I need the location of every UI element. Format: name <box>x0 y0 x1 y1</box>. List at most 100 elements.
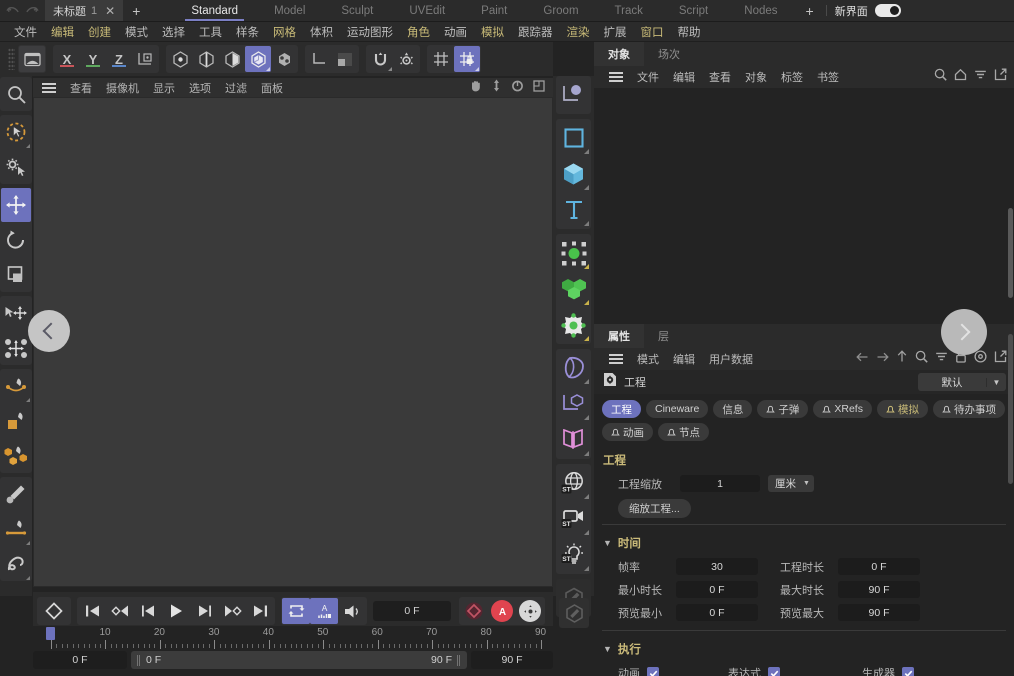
world-object-coordinate-icon[interactable] <box>132 46 158 72</box>
cube-primitive-icon[interactable] <box>556 156 591 192</box>
record-keyframe-icon[interactable] <box>38 598 70 624</box>
viewport-menu-camera[interactable]: 摄像机 <box>99 80 146 96</box>
popout-icon[interactable] <box>994 68 1007 86</box>
text-primitive-icon[interactable] <box>556 192 591 228</box>
viewport-3d[interactable] <box>33 97 553 587</box>
autokeying-icon[interactable]: A <box>488 598 516 624</box>
chip-bullet[interactable]: 子弹 <box>757 400 809 418</box>
menu-mode[interactable]: 模式 <box>118 24 155 40</box>
redo-icon[interactable] <box>24 4 39 17</box>
record-active-icon[interactable] <box>460 598 488 624</box>
content-browser-icon[interactable] <box>19 46 45 72</box>
mograph-effector-icon[interactable] <box>556 307 591 343</box>
point-mode-icon[interactable] <box>167 46 193 72</box>
prev-keyframe-icon[interactable] <box>106 598 134 624</box>
mograph-cloner-icon[interactable] <box>556 235 591 271</box>
loop-playback-icon[interactable] <box>282 598 310 624</box>
workplane-pen-icon[interactable] <box>1 369 31 403</box>
tab-takes[interactable]: 场次 <box>644 42 694 66</box>
menu-tracker[interactable]: 跟踪器 <box>511 24 560 40</box>
timeline-playhead[interactable] <box>46 627 55 640</box>
next-frame-icon[interactable] <box>190 598 218 624</box>
popout-icon[interactable] <box>994 350 1007 368</box>
timeline-current-frame-field[interactable]: 0 F <box>33 651 127 669</box>
menu-window[interactable]: 窗口 <box>634 24 671 40</box>
lock-z-axis-icon[interactable]: Z <box>106 46 132 72</box>
framerate-input[interactable]: 30 <box>676 558 758 575</box>
min-time-input[interactable]: 0 F <box>676 581 758 598</box>
attribute-manager-menu-icon[interactable] <box>609 354 623 364</box>
menu-select[interactable]: 选择 <box>155 24 192 40</box>
preview-min-input[interactable]: 0 F <box>676 604 758 621</box>
menu-edit[interactable]: 编辑 <box>44 24 81 40</box>
timeline-ruler[interactable]: 0102030405060708090 <box>33 626 553 650</box>
prev-frame-icon[interactable] <box>134 598 162 624</box>
new-ui-toggle[interactable] <box>874 4 901 17</box>
menu-file[interactable]: 文件 <box>7 24 44 40</box>
auto-keyframe-icon[interactable]: A <box>310 598 338 624</box>
menu-render[interactable]: 渲染 <box>560 24 597 40</box>
chevron-down-icon[interactable]: ▼ <box>603 538 612 548</box>
polygon-mode-icon[interactable] <box>219 46 245 72</box>
scale-project-button[interactable]: 缩放工程... <box>618 499 691 518</box>
forward-arrow-icon[interactable] <box>876 350 889 368</box>
viewport-menu-icon[interactable] <box>42 82 56 93</box>
om-menu-file[interactable]: 文件 <box>630 69 666 85</box>
tab-uvedit[interactable]: UVEdit <box>391 0 463 21</box>
attribute-manager-scrollbar[interactable] <box>1008 334 1013 484</box>
project-length-input[interactable]: 0 F <box>838 558 920 575</box>
spline-rectangle-icon[interactable] <box>556 120 591 156</box>
live-selection-icon[interactable] <box>1 115 31 149</box>
next-keyframe-icon[interactable] <box>218 598 246 624</box>
workplane-icon[interactable] <box>306 46 332 72</box>
filter-icon[interactable] <box>974 68 987 86</box>
chip-nodes[interactable]: 节点 <box>658 423 709 441</box>
menu-volume[interactable]: 体积 <box>303 24 340 40</box>
tab-model[interactable]: Model <box>256 0 323 21</box>
menu-mograph[interactable]: 运动图形 <box>340 24 400 40</box>
am-menu-mode[interactable]: 模式 <box>630 351 666 367</box>
search-icon[interactable] <box>915 350 928 368</box>
cube-pen-icon[interactable] <box>1 439 31 473</box>
environment-sky-icon[interactable]: ST <box>556 465 591 501</box>
rotate-icon[interactable] <box>511 79 524 97</box>
chevron-down-icon[interactable]: ▼ <box>803 480 810 487</box>
generator-checkbox[interactable] <box>902 667 914 676</box>
search-commander-icon[interactable] <box>1 77 31 111</box>
quantize-lock-icon[interactable] <box>454 46 480 72</box>
grid-snap-icon[interactable] <box>428 46 454 72</box>
tab-layers[interactable]: 层 <box>644 324 683 348</box>
search-icon[interactable] <box>934 68 947 86</box>
project-scale-input[interactable]: 1 <box>680 475 760 492</box>
tab-sculpt[interactable]: Sculpt <box>323 0 391 21</box>
tool-settings-icon[interactable] <box>1 150 31 184</box>
object-manager-list[interactable] <box>594 88 1014 324</box>
back-arrow-icon[interactable] <box>856 350 869 368</box>
filter-icon[interactable] <box>935 350 948 368</box>
viewport-menu-view[interactable]: 查看 <box>63 80 99 96</box>
nav-next-button[interactable] <box>941 309 987 355</box>
menu-character[interactable]: 角色 <box>400 24 437 40</box>
menu-spline[interactable]: 样条 <box>229 24 266 40</box>
chip-simulation[interactable]: 模拟 <box>876 400 928 418</box>
menu-animation[interactable]: 动画 <box>437 24 474 40</box>
chip-animation[interactable]: 动画 <box>602 423 653 441</box>
viewport-menu-options[interactable]: 选项 <box>182 80 218 96</box>
expression-checkbox[interactable] <box>768 667 780 676</box>
viewport-menu-filter[interactable]: 过滤 <box>218 80 254 96</box>
chip-xrefs[interactable]: XRefs <box>813 400 872 418</box>
transform-points-icon[interactable] <box>1 331 31 365</box>
snap-magnet-icon[interactable] <box>367 46 393 72</box>
light-stage-icon[interactable]: ST <box>556 537 591 573</box>
om-menu-bookmarks[interactable]: 书签 <box>810 69 846 85</box>
move-tool-icon[interactable] <box>1 188 31 222</box>
am-menu-userdata[interactable]: 用户数据 <box>702 351 760 367</box>
sound-icon[interactable] <box>338 598 366 624</box>
time-section-header[interactable]: ▼ 时间 <box>594 531 1014 555</box>
menu-create[interactable]: 创建 <box>81 24 118 40</box>
om-menu-edit[interactable]: 编辑 <box>666 69 702 85</box>
range-left-grip[interactable] <box>137 654 141 666</box>
chip-project[interactable]: 工程 <box>602 400 641 418</box>
rotate-tool-icon[interactable] <box>1 223 31 257</box>
snap-settings-icon[interactable] <box>393 46 419 72</box>
